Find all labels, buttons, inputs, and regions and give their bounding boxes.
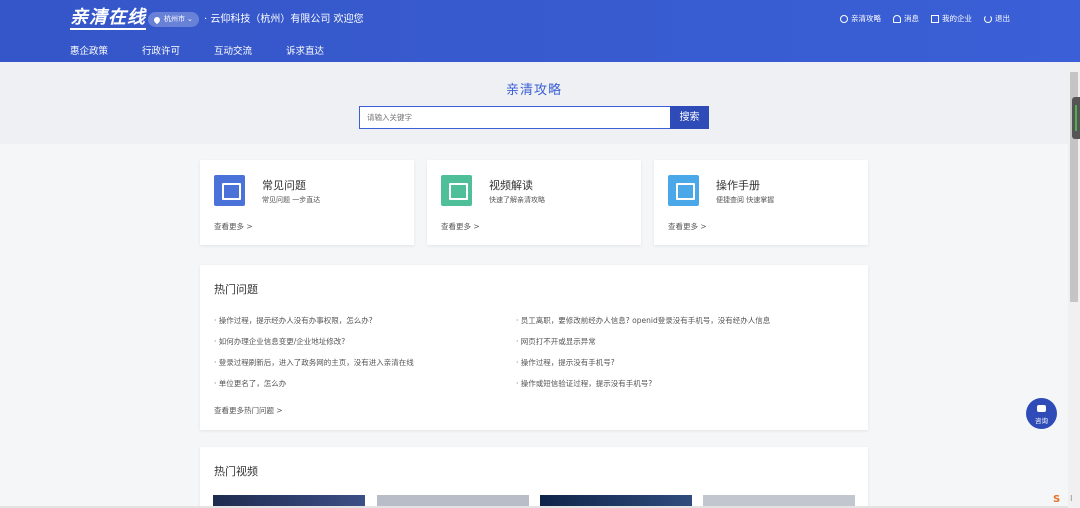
my-company-link[interactable]: 我的企业 <box>931 13 972 24</box>
card-faq[interactable]: 常见问题 常见问题 一步直达 查看更多 > <box>200 160 414 245</box>
company-welcome: · 云仰科技（杭州）有限公司 欢迎您 <box>204 12 364 27</box>
top-header: 亲清在线 杭州市 ⌄ · 云仰科技（杭州）有限公司 欢迎您 亲清攻略 消息 我的… <box>0 0 1080 62</box>
hot-questions-panel: 热门问题 操作过程，提示经办人没有办事权限，怎么办? 如何办理企业信息变更/企业… <box>200 265 868 430</box>
company-prefix: · <box>204 14 208 25</box>
chevron-down-icon: ⌄ <box>187 15 193 23</box>
chat-bubble-icon <box>1037 405 1046 412</box>
nav-item-permit[interactable]: 行政许可 <box>142 43 180 57</box>
logout-link[interactable]: 退出 <box>984 13 1010 24</box>
search-button[interactable]: 搜索 <box>670 106 709 129</box>
faq-icon <box>214 175 245 206</box>
side-tab[interactable] <box>1072 97 1080 139</box>
section-title: 热门视频 <box>214 465 258 478</box>
guide-cards: 常见问题 常见问题 一步直达 查看更多 > 视频解读 快速了解亲清攻略 查看更多… <box>200 160 868 245</box>
card-manual[interactable]: 操作手册 便捷查阅 快速掌握 查看更多 > <box>654 160 868 245</box>
bell-icon <box>893 14 901 23</box>
card-more-link[interactable]: 查看更多 > <box>668 221 707 232</box>
city-selector[interactable]: 杭州市 ⌄ <box>148 12 199 27</box>
question-link[interactable]: 单位更名了，怎么办 <box>214 378 287 389</box>
main-nav: 惠企政策 行政许可 互动交流 诉求直达 <box>70 43 324 57</box>
header-actions: 亲清攻略 消息 我的企业 退出 <box>840 13 1010 24</box>
guide-link[interactable]: 亲清攻略 <box>840 13 881 24</box>
card-subtitle: 快速了解亲清攻略 <box>489 196 545 204</box>
card-more-link[interactable]: 查看更多 > <box>214 221 253 232</box>
logout-link-label: 退出 <box>995 14 1010 23</box>
card-subtitle: 便捷查阅 快速掌握 <box>716 196 775 204</box>
consult-button[interactable]: 咨询 <box>1026 398 1057 429</box>
search-hero: 亲清攻略 搜索 <box>0 62 1080 144</box>
card-title: 视频解读 <box>489 179 533 192</box>
city-label: 杭州市 <box>164 15 185 23</box>
ime-toggle-icon[interactable]: ⁝ <box>1070 494 1073 503</box>
question-link[interactable]: 网页打不开或显示异常 <box>516 336 596 347</box>
search-input[interactable] <box>359 106 671 129</box>
nav-item-appeal[interactable]: 诉求直达 <box>286 43 324 57</box>
section-title: 热门问题 <box>214 283 258 296</box>
company-name: 云仰科技（杭州）有限公司 欢迎您 <box>210 14 364 25</box>
ime-badge[interactable]: S <box>1053 494 1060 505</box>
hot-videos-panel: 热门视频 <box>200 447 868 508</box>
building-icon <box>931 14 939 23</box>
question-link[interactable]: 操作过程，提示没有手机号? <box>516 357 615 368</box>
help-circle-icon <box>840 14 848 23</box>
question-link[interactable]: 操作或短信验证过程，提示没有手机号? <box>516 378 652 389</box>
power-icon <box>984 14 992 23</box>
card-subtitle: 常见问题 一步直达 <box>262 196 321 204</box>
manual-icon <box>668 175 699 206</box>
location-pin-icon <box>152 15 162 24</box>
nav-item-interaction[interactable]: 互动交流 <box>214 43 252 57</box>
question-link[interactable]: 登录过程刷新后，进入了政务网的主页，没有进入亲清在线 <box>214 357 414 368</box>
consult-label: 咨询 <box>1035 417 1048 425</box>
question-link[interactable]: 如何办理企业信息变更/企业地址修改? <box>214 336 346 347</box>
messages-link-label: 消息 <box>904 14 919 23</box>
my-company-link-label: 我的企业 <box>942 14 972 23</box>
question-link[interactable]: 员工离职，要修改前经办人信息? openid登录没有手机号，没有经办人信息 <box>516 315 770 326</box>
nav-item-policy[interactable]: 惠企政策 <box>70 43 108 57</box>
guide-link-label: 亲清攻略 <box>851 14 881 23</box>
more-questions-link[interactable]: 查看更多热门问题 > <box>214 405 283 416</box>
card-title: 操作手册 <box>716 179 760 192</box>
messages-link[interactable]: 消息 <box>893 13 919 24</box>
card-title: 常见问题 <box>262 179 306 192</box>
card-video[interactable]: 视频解读 快速了解亲清攻略 查看更多 > <box>427 160 641 245</box>
question-link[interactable]: 操作过程，提示经办人没有办事权限，怎么办? <box>214 315 373 326</box>
card-more-link[interactable]: 查看更多 > <box>441 221 480 232</box>
page-title: 亲清攻略 <box>505 83 562 98</box>
site-logo[interactable]: 亲清在线 <box>70 8 146 30</box>
video-icon <box>441 175 472 206</box>
